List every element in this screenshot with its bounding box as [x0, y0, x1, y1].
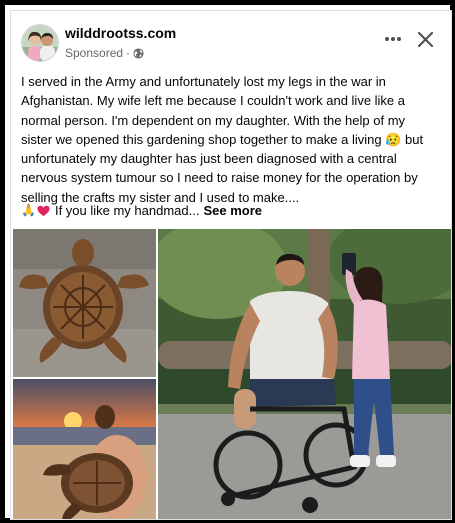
screenshot-frame: wilddrootss.com Sponsored · I served in …	[0, 0, 455, 523]
photo-turtle-at-sunset-beach[interactable]	[13, 379, 156, 519]
more-options-button[interactable]	[381, 27, 405, 51]
globe-icon	[133, 47, 144, 59]
praying-hands-emoji: 🙏	[21, 203, 36, 217]
photo-man-in-wheelchair-with-daughter[interactable]	[158, 229, 451, 519]
sponsored-post-card: wilddrootss.com Sponsored · I served in …	[10, 10, 452, 520]
more-dots-icon	[385, 37, 401, 41]
meta-separator: ·	[126, 46, 131, 60]
page-avatar[interactable]	[21, 24, 59, 62]
close-icon	[417, 31, 433, 47]
sponsored-label[interactable]: Sponsored	[65, 46, 123, 60]
photo-carved-turtle-on-stone[interactable]	[13, 229, 156, 377]
page-name-link[interactable]: wilddrootss.com	[65, 25, 176, 41]
post-header: wilddrootss.com Sponsored ·	[11, 11, 451, 71]
post-teaser-line: 🙏 If you like my handmad... See more	[21, 201, 441, 220]
teaser-text: If you like my handmad...	[54, 203, 200, 218]
hide-ad-button[interactable]	[412, 26, 438, 52]
red-heart-emoji	[37, 205, 50, 216]
see-more-link[interactable]: See more	[203, 201, 262, 220]
post-body-text: I served in the Army and unfortunately l…	[21, 74, 424, 205]
post-body: I served in the Army and unfortunately l…	[21, 72, 439, 207]
post-meta: Sponsored ·	[65, 46, 144, 60]
